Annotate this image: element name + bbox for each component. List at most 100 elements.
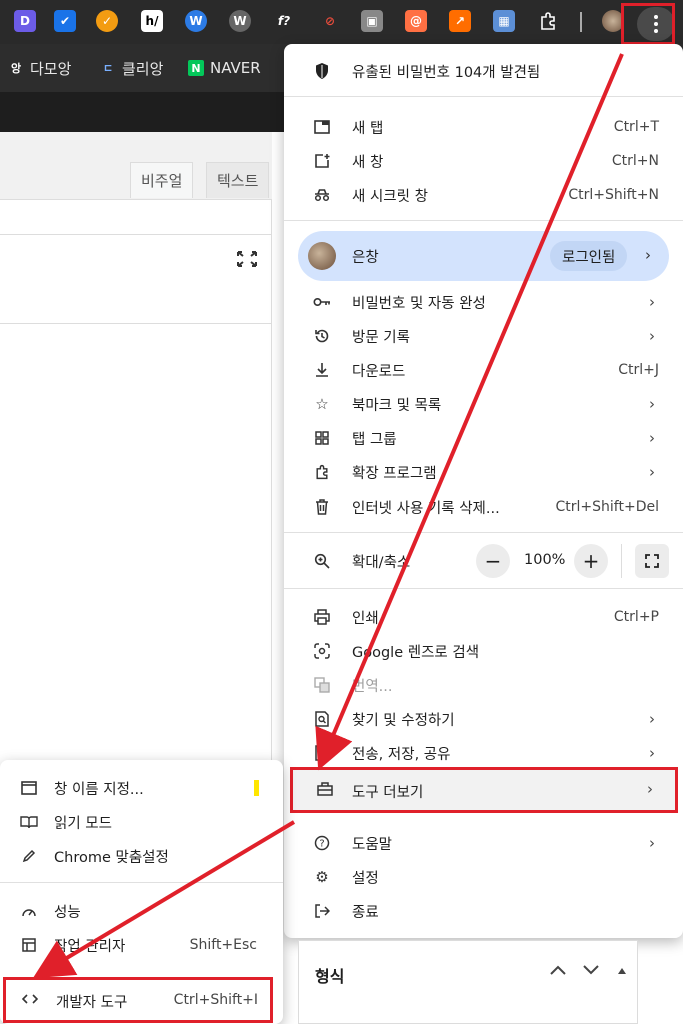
gear-icon: ⚙ [315, 868, 329, 886]
menu-item-extensions[interactable]: 확장 프로그램 › [284, 455, 683, 489]
menu-item-passwords[interactable]: 비밀번호 및 자동 완성 › [284, 285, 683, 319]
fullscreen-expand-icon[interactable] [236, 250, 258, 268]
menu-item-translate[interactable]: 번역... [284, 668, 683, 702]
extension-icon-chart[interactable]: ↗ [449, 10, 471, 32]
menu-item-history[interactable]: 방문 기록 › [284, 319, 683, 353]
menu-label: 비밀번호 및 자동 완성 [352, 295, 486, 312]
extension-icon-camera[interactable]: ▣ [361, 10, 383, 32]
chevron-right-icon: › [649, 834, 655, 852]
menu-label: 탭 그룹 [352, 431, 397, 448]
chevron-right-icon: › [645, 246, 651, 264]
bookmark-damoang[interactable]: 앙 다모앙 [8, 58, 71, 78]
menu-divider [284, 532, 683, 533]
zoom-divider [621, 544, 622, 578]
svg-text:?: ? [319, 839, 324, 850]
menu-item-bookmarks[interactable]: ☆ 북마크 및 목록 › [284, 387, 683, 421]
menu-label: 인쇄 [352, 610, 379, 627]
menu-label: 확장 프로그램 [352, 465, 437, 482]
tab-visual[interactable]: 비주얼 [130, 162, 194, 198]
new-window-icon [313, 152, 331, 170]
menu-item-settings[interactable]: ⚙ 설정 [284, 860, 683, 894]
chevron-right-icon: › [649, 463, 655, 481]
menu-label: 개발자 도구 [56, 995, 128, 1011]
menu-item-exit[interactable]: 종료 [284, 894, 683, 928]
chevron-down-icon[interactable] [582, 961, 600, 980]
bookmark-label: NAVER [210, 59, 261, 77]
menu-label: 새 시크릿 창 [352, 188, 428, 205]
chevron-right-icon: › [649, 327, 655, 345]
submenu-item-task-manager[interactable]: 작업 관리자 Shift+Esc [0, 928, 283, 962]
fullscreen-icon [645, 554, 659, 568]
extension-icon-f[interactable]: f? [273, 10, 295, 32]
extension-icon-orange[interactable]: ✓ [96, 10, 118, 32]
menu-item-new-window[interactable]: 새 창 Ctrl+N [284, 144, 683, 178]
zoom-in-button[interactable]: + [574, 544, 608, 578]
menu-shortcut: Ctrl+N [611, 153, 659, 169]
menu-label: 창 이름 지정... [54, 781, 144, 798]
shield-icon [313, 62, 331, 80]
bookmark-label: 다모앙 [30, 59, 72, 78]
submenu-item-dev-tools[interactable]: 개발자 도구 Ctrl+Shift+I [3, 977, 273, 1023]
submenu-item-customize[interactable]: Chrome 맞춤설정 [0, 839, 283, 873]
menu-item-clear-data[interactable]: 인터넷 사용 기록 삭제... Ctrl+Shift+Del [284, 490, 683, 524]
extension-icon-wordpress[interactable]: W [185, 10, 207, 32]
chevron-right-icon: › [647, 780, 653, 798]
extension-icon-at[interactable]: @ [405, 10, 427, 32]
tab-text[interactable]: 텍스트 [206, 162, 270, 198]
menu-shortcut: Ctrl+Shift+Del [555, 499, 659, 515]
menu-item-downloads[interactable]: 다운로드 Ctrl+J [284, 353, 683, 387]
menu-item-find[interactable]: 찾기 및 수정하기 › [284, 702, 683, 736]
chevron-right-icon: › [649, 293, 655, 311]
editor-toolbar [0, 234, 272, 324]
menu-shortcut: Ctrl+T [613, 119, 659, 135]
puzzle-icon[interactable] [537, 10, 559, 32]
menu-label: 전송, 저장, 공유 [352, 746, 451, 763]
extension-icon-grid[interactable]: ▦ [493, 10, 515, 32]
submenu-item-reading-mode[interactable]: 읽기 모드 [0, 805, 283, 839]
signed-in-chip[interactable]: 로그인됨 [550, 241, 628, 271]
extension-icon-d[interactable]: D [14, 10, 36, 32]
menu-label: 새 탭 [352, 120, 384, 137]
menu-item-incognito[interactable]: 새 시크릿 창 Ctrl+Shift+N [284, 178, 683, 212]
zoom-icon [313, 552, 331, 570]
chevron-up-icon[interactable] [549, 961, 567, 980]
chevron-right-icon: › [649, 429, 655, 447]
incognito-icon [313, 186, 331, 204]
menu-label: 유출된 비밀번호 104개 발견됨 [352, 64, 541, 81]
triangle-up-icon[interactable] [617, 961, 627, 980]
menu-item-tab-groups[interactable]: 탭 그룹 › [284, 421, 683, 455]
fullscreen-button[interactable] [635, 544, 669, 578]
menu-item-help[interactable]: ? 도움말 › [284, 826, 683, 860]
new-tab-icon [313, 118, 331, 136]
bookmark-clien[interactable]: ㄷ 클리앙 [100, 58, 163, 78]
format-title: 형식 [315, 967, 345, 986]
bookmark-naver[interactable]: N NAVER [188, 58, 261, 78]
menu-label: 방문 기록 [352, 329, 410, 346]
chevron-right-icon: › [649, 744, 655, 762]
translate-icon [313, 676, 331, 694]
speedometer-icon [20, 902, 38, 920]
editor-tabs-row: 비주얼 텍스트 [0, 132, 272, 200]
page-header-strip [0, 92, 290, 132]
menu-item-share[interactable]: 전송, 저장, 공유 › [284, 736, 683, 770]
toolbar-divider [580, 12, 582, 32]
extension-icon-wordpress-grey[interactable]: W [229, 10, 251, 32]
extension-icon-block[interactable]: ⊘ [319, 10, 341, 32]
menu-item-google-lens[interactable]: Google 렌즈로 검색 [284, 634, 683, 668]
menu-item-password-alert[interactable]: 유출된 비밀번호 104개 발견됨 [284, 54, 683, 88]
menu-item-new-tab[interactable]: 새 탭 Ctrl+T [284, 110, 683, 144]
extension-icon-h[interactable]: h/ [141, 10, 163, 32]
submenu-item-name-window[interactable]: 창 이름 지정... [0, 771, 283, 805]
lens-icon [313, 642, 331, 660]
zoom-out-button[interactable]: − [476, 544, 510, 578]
bookmark-label: 클리앙 [122, 59, 164, 78]
menu-label: 작업 관리자 [54, 938, 126, 955]
extension-icon-check[interactable]: ✔ [54, 10, 76, 32]
menu-label: 확대/축소 [352, 554, 411, 571]
submenu-item-performance[interactable]: 성능 [0, 894, 283, 928]
menu-item-print[interactable]: 인쇄 Ctrl+P [284, 600, 683, 634]
menu-item-more-tools[interactable]: 도구 더보기 › [290, 767, 678, 813]
profile-row[interactable]: 은창 로그인됨 › [298, 231, 669, 281]
profile-name: 은창 [352, 250, 379, 266]
task-manager-icon [20, 936, 38, 954]
